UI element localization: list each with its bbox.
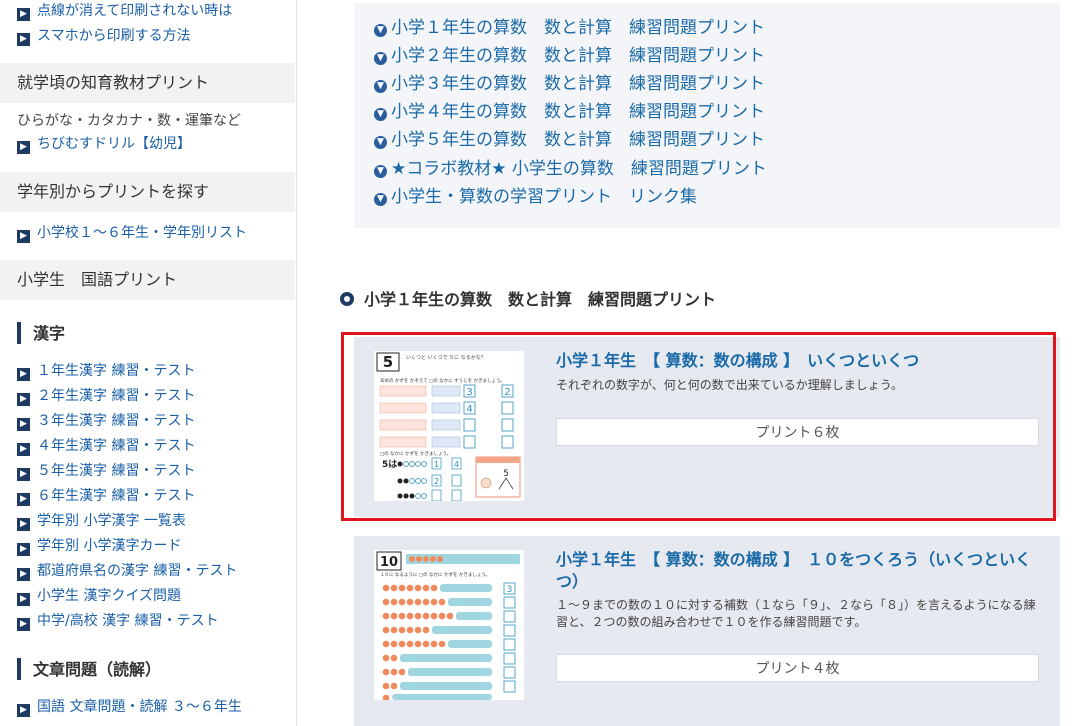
arrow-right-icon: ▶ (17, 418, 30, 431)
print-count-button[interactable]: プリント４枚 (556, 654, 1039, 682)
svg-text:5は: 5は (382, 459, 397, 470)
sidebar-link-dotted-lines[interactable]: ▶ 点線が消えて印刷されない時は (17, 0, 232, 22)
circle-arrow-down-icon: ▼ (374, 193, 387, 206)
sidebar-link-kanji-4[interactable]: ▶ ４年生漢字 練習・テスト (17, 435, 195, 457)
circle-arrow-down-icon: ▼ (374, 80, 387, 93)
sidebar-link-reading[interactable]: ▶ 国語 文章問題・読解 ３～６年生 (17, 696, 242, 718)
sidebar-link-kanji-5[interactable]: ▶ ５年生漢字 練習・テスト (17, 460, 195, 482)
svg-text:3: 3 (507, 585, 513, 595)
arrow-right-icon: ▶ (17, 618, 30, 631)
sidebar-link-kanji-table[interactable]: ▶ 学年別 小学漢字 一覧表 (17, 510, 186, 532)
circle-arrow-down-icon: ▼ (374, 165, 387, 178)
sidebar-link-kanji-1[interactable]: ▶ １年生漢字 練習・テスト (17, 360, 195, 382)
toc-link-links[interactable]: ▼ 小学生・算数の学習プリント リンク集 (374, 185, 697, 209)
circle-arrow-down-icon: ▼ (374, 136, 387, 149)
card-description: １～９までの数の１０に対する補数（１なら「９」、２なら「８」）を言えるようになる… (556, 598, 1036, 629)
sidebar-link-kanji-cards[interactable]: ▶ 学年別 小学漢字カード (17, 535, 181, 557)
arrow-right-icon: ▶ (17, 468, 30, 481)
sidebar-link-kanji-2[interactable]: ▶ ２年生漢字 練習・テスト (17, 385, 195, 407)
sidebar-chiiku-text: ひらがな・カタカナ・数・運筆など (17, 113, 241, 129)
card-title-link[interactable]: 小学１年生 【 算数：数の構成 】 １０をつくろう（いくつといくつ） (556, 549, 1041, 593)
sidebar-heading-chiiku: 就学頃の知育教材プリント (0, 63, 295, 103)
sidebar-link-kanji-3[interactable]: ▶ ３年生漢字 練習・テスト (17, 410, 195, 432)
arrow-right-icon: ▶ (17, 704, 30, 717)
sidebar-link-kanji-middle-high[interactable]: ▶ 中学/高校 漢字 練習・テスト (17, 610, 219, 632)
arrow-right-icon: ▶ (17, 8, 30, 21)
svg-text:あめの かずを かぞえて □の なかに すうじを かきましょ: あめの かずを かぞえて □の なかに すうじを かきましょう。 (380, 377, 505, 384)
svg-text:□の なかに かずを かきましょう。: □の なかに かずを かきましょう。 (380, 450, 451, 457)
toc-link-grade2[interactable]: ▼ 小学２年生の算数 数と計算 練習問題プリント (374, 44, 765, 68)
sidebar: ▶ 点線が消えて印刷されない時は ▶ スマホから印刷する方法 就学頃の知育教材プリン… (0, 0, 295, 726)
arrow-right-icon: ▶ (17, 518, 30, 531)
svg-text:4: 4 (466, 404, 472, 415)
arrow-right-icon: ▶ (17, 368, 30, 381)
sidebar-heading-kokugo: 小学生 国語プリント (0, 260, 295, 300)
svg-text:2: 2 (504, 387, 510, 398)
arrow-right-icon: ▶ (17, 493, 30, 506)
arrow-right-icon: ▶ (17, 141, 30, 154)
worksheet-preview-image: 10 １０に なるように □の なかに かずを かきましょう。 3 (374, 550, 524, 700)
circle-arrow-down-icon: ▼ (374, 52, 387, 65)
worksheet-thumbnail[interactable]: 10 １０に なるように □の なかに かずを かきましょう。 3 (374, 550, 524, 700)
sidebar-link-smartphone-print[interactable]: ▶ スマホから印刷する方法 (17, 25, 191, 47)
arrow-right-icon: ▶ (17, 568, 30, 581)
svg-text:5: 5 (503, 469, 509, 479)
sidebar-link-prefecture-kanji[interactable]: ▶ 都道府県名の漢字 練習・テスト (17, 560, 237, 582)
print-count-button[interactable]: プリント６枚 (556, 418, 1039, 446)
toc-link-grade1[interactable]: ▼ 小学１年生の算数 数と計算 練習問題プリント (374, 16, 765, 40)
toc-link-collab[interactable]: ▼ ★コラボ教材★ 小学生の算数 練習問題プリント (374, 157, 767, 181)
card-description: それぞれの数字が、何と何の数で出来ているか理解しましょう。 (556, 378, 904, 392)
sidebar-heading-grade: 学年別からプリントを探す (0, 172, 295, 212)
toc-link-grade4[interactable]: ▼ 小学４年生の算数 数と計算 練習問題プリント (374, 100, 765, 124)
toc-link-grade3[interactable]: ▼ 小学３年生の算数 数と計算 練習問題プリント (374, 72, 765, 96)
sidebar-link-chibimusu[interactable]: ▶ ちびむすドリル【幼児】 (17, 133, 191, 155)
bullet-circle-icon (340, 292, 354, 306)
print-card-make-ten: 10 １０に なるように □の なかに かずを かきましょう。 3 小学１年生 … (354, 536, 1060, 726)
svg-text:5: 5 (383, 353, 393, 371)
card-title-link[interactable]: 小学１年生 【 算数：数の構成 】 いくつといくつ (556, 350, 1036, 372)
arrow-right-icon: ▶ (17, 443, 30, 456)
svg-text:いくつと いくつで ５に なるかな？: いくつと いくつで ５に なるかな？ (406, 354, 486, 361)
section-heading: 小学１年生の算数 数と計算 練習問題プリント (340, 288, 716, 312)
svg-text:10: 10 (380, 555, 398, 570)
arrow-right-icon: ▶ (17, 33, 30, 46)
svg-text:2: 2 (434, 477, 439, 486)
arrow-right-icon: ▶ (17, 543, 30, 556)
svg-text:3: 3 (466, 387, 472, 398)
circle-arrow-down-icon: ▼ (374, 108, 387, 121)
sidebar-link-kanji-quiz[interactable]: ▶ 小学生 漢字クイズ問題 (17, 585, 181, 607)
circle-arrow-down-icon: ▼ (374, 24, 387, 37)
sidebar-subheading-kanji: 漢字 (17, 322, 65, 344)
svg-text:4: 4 (454, 460, 459, 469)
toc-link-grade5[interactable]: ▼ 小学５年生の算数 数と計算 練習問題プリント (374, 128, 765, 152)
svg-text:1: 1 (434, 460, 439, 469)
arrow-right-icon: ▶ (17, 593, 30, 606)
arrow-right-icon: ▶ (17, 230, 30, 243)
toc-box: ▼ 小学１年生の算数 数と計算 練習問題プリント ▼ 小学２年生の算数 数と計算 練… (354, 3, 1060, 228)
svg-text:１０に なるように □の なかに かずを かきましょう。: １０に なるように □の なかに かずを かきましょう。 (380, 571, 490, 578)
sidebar-subheading-reading: 文章問題（読解） (17, 658, 161, 680)
sidebar-divider (296, 0, 297, 726)
worksheet-preview-image: 5 いくつと いくつで ５に なるかな？ あめの かずを かぞえて □の なかに… (374, 351, 524, 501)
sidebar-link-grade-list[interactable]: ▶ 小学校１～６年生・学年別リスト (17, 222, 247, 244)
sidebar-link-kanji-6[interactable]: ▶ ６年生漢字 練習・テスト (17, 485, 195, 507)
print-card-ikutsu: 5 いくつと いくつで ５に なるかな？ あめの かずを かぞえて □の なかに… (354, 337, 1060, 517)
arrow-right-icon: ▶ (17, 393, 30, 406)
worksheet-thumbnail[interactable]: 5 いくつと いくつで ５に なるかな？ あめの かずを かぞえて □の なかに… (374, 351, 524, 501)
